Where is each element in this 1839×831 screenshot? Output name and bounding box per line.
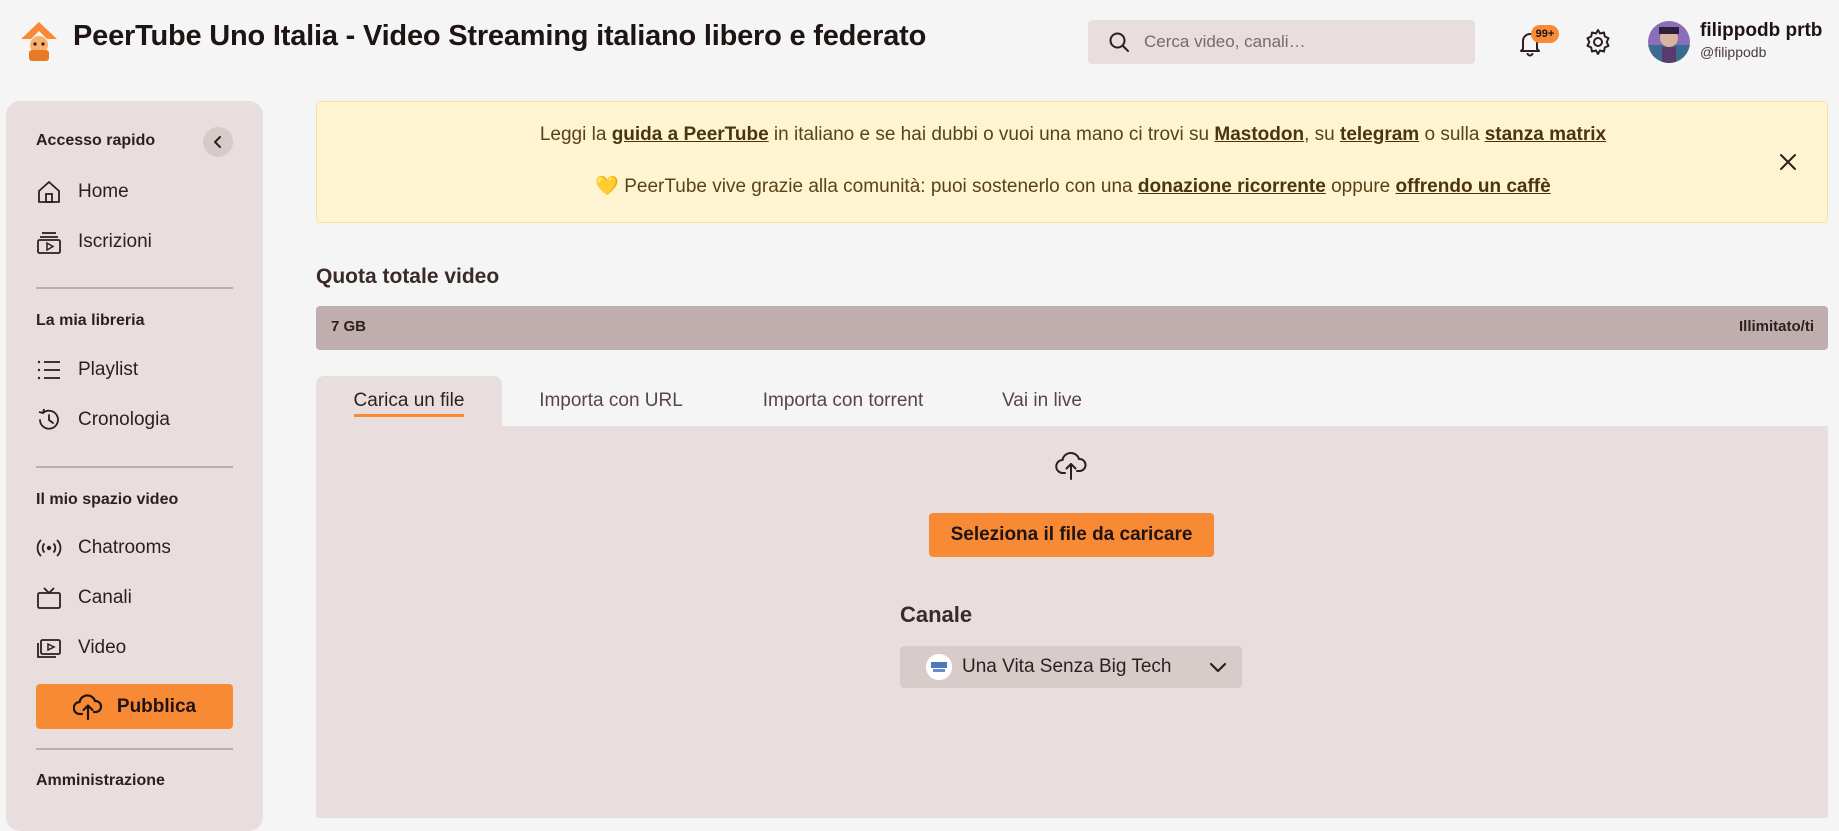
- sidebar-section-quick-access: Accesso rapido: [36, 132, 156, 149]
- tv-icon: [36, 585, 62, 611]
- select-file-button[interactable]: Seleziona il file da caricare: [929, 513, 1214, 557]
- sidebar-item-label: Playlist: [78, 359, 139, 380]
- quota-title: Quota totale video: [316, 265, 500, 288]
- mastodon-link[interactable]: Mastodon: [1214, 124, 1304, 145]
- peertube-logo[interactable]: [17, 19, 61, 63]
- sidebar-item-home[interactable]: Home: [36, 174, 236, 210]
- banner-text: Leggi la: [539, 124, 612, 145]
- matrix-link[interactable]: stanza matrix: [1485, 124, 1606, 145]
- user-handle: @filippodb: [1700, 44, 1767, 60]
- gear-icon[interactable]: [1584, 28, 1612, 56]
- banner-line-1: Leggi la guida a PeerTube in italiano e …: [317, 124, 1829, 146]
- sidebar-item-chatrooms[interactable]: Chatrooms: [36, 530, 236, 566]
- broadcast-icon: [36, 535, 62, 561]
- tab-label: Importa con URL: [539, 390, 683, 411]
- sidebar-divider: [36, 748, 233, 750]
- sidebar-item-label: Chatrooms: [78, 537, 171, 558]
- guide-link[interactable]: guida a PeerTube: [612, 124, 769, 145]
- top-header: PeerTube Uno Italia - Video Streaming it…: [0, 0, 1839, 84]
- home-icon: [36, 179, 62, 205]
- sidebar-item-subscriptions[interactable]: Iscrizioni: [36, 224, 236, 260]
- sidebar-section-admin: Amministrazione: [36, 772, 165, 789]
- sidebar-item-label: Video: [78, 637, 127, 658]
- upload-panel: [316, 426, 1828, 818]
- sidebar-item-playlist[interactable]: Playlist: [36, 352, 236, 388]
- subscriptions-icon: [36, 229, 62, 255]
- sidebar-section-library: La mia libreria: [36, 312, 145, 329]
- tab-label: Vai in live: [1002, 390, 1082, 411]
- tab-import-url[interactable]: Importa con URL: [512, 376, 710, 426]
- sidebar-divider: [36, 287, 233, 289]
- list-icon: [36, 357, 62, 383]
- info-banner: Leggi la guida a PeerTube in italiano e …: [316, 101, 1828, 223]
- tab-label: Importa con torrent: [762, 390, 924, 411]
- sidebar-collapse-button[interactable]: [203, 127, 233, 157]
- banner-text: oppure: [1325, 176, 1396, 197]
- quota-bar: 7 GB Illimitato/ti: [316, 306, 1828, 350]
- search-icon: [1108, 31, 1130, 53]
- sidebar-item-history[interactable]: Cronologia: [36, 402, 236, 438]
- quota-limit: Illimitato/ti: [1739, 318, 1814, 335]
- banner-text: 💛 PeerTube vive grazie alla comunità: pu…: [595, 176, 1138, 197]
- sidebar-item-label: Iscrizioni: [78, 231, 152, 252]
- search-input[interactable]: [1142, 31, 1442, 53]
- sidebar-item-label: Cronologia: [78, 409, 170, 430]
- search-box[interactable]: [1088, 20, 1475, 64]
- channel-label: Canale: [900, 602, 973, 627]
- history-icon: [36, 407, 62, 433]
- avatar[interactable]: [1648, 21, 1690, 63]
- sidebar-item-videos[interactable]: Video: [36, 630, 236, 666]
- chevron-down-icon: [1208, 657, 1228, 677]
- telegram-link[interactable]: telegram: [1340, 124, 1419, 145]
- video-icon: [36, 635, 62, 661]
- sidebar-divider: [36, 466, 233, 468]
- upload-cloud-icon: [72, 693, 103, 720]
- channel-name: Una Vita Senza Big Tech: [962, 656, 1172, 677]
- banner-text: in italiano e se hai dubbi o vuoi una ma…: [768, 124, 1215, 145]
- upload-cloud-icon: [1055, 450, 1087, 482]
- sidebar-section-video-space: Il mio spazio video: [36, 491, 179, 508]
- sidebar-item-label: Canali: [78, 587, 132, 608]
- chevron-left-icon: [214, 136, 221, 148]
- publish-label: Pubblica: [116, 695, 197, 717]
- tab-go-live[interactable]: Vai in live: [980, 376, 1104, 426]
- banner-text: o sulla: [1419, 124, 1485, 145]
- sidebar-item-label: Home: [78, 181, 129, 202]
- coffee-link[interactable]: offrendo un caffè: [1396, 176, 1551, 197]
- publish-button[interactable]: Pubblica: [36, 684, 233, 729]
- channel-select[interactable]: Una Vita Senza Big Tech: [900, 646, 1242, 688]
- sidebar-item-channels[interactable]: Canali: [36, 580, 236, 616]
- user-display-name[interactable]: filippodb prtb: [1700, 20, 1822, 42]
- notification-badge: 99+: [1531, 25, 1559, 43]
- banner-text: , su: [1304, 124, 1340, 145]
- quota-used: 7 GB: [331, 318, 367, 335]
- tab-upload-file[interactable]: Carica un file: [316, 376, 502, 426]
- close-icon[interactable]: [1776, 150, 1800, 174]
- sidebar: Accesso rapido Home Iscrizioni La mia li…: [6, 101, 263, 831]
- site-title[interactable]: PeerTube Uno Italia - Video Streaming it…: [73, 20, 926, 53]
- banner-line-2: 💛 PeerTube vive grazie alla comunità: pu…: [317, 174, 1829, 198]
- tab-import-torrent[interactable]: Importa con torrent: [736, 376, 950, 426]
- channel-avatar: [926, 654, 952, 680]
- tab-label: Carica un file: [353, 390, 465, 417]
- donation-link[interactable]: donazione ricorrente: [1138, 176, 1326, 197]
